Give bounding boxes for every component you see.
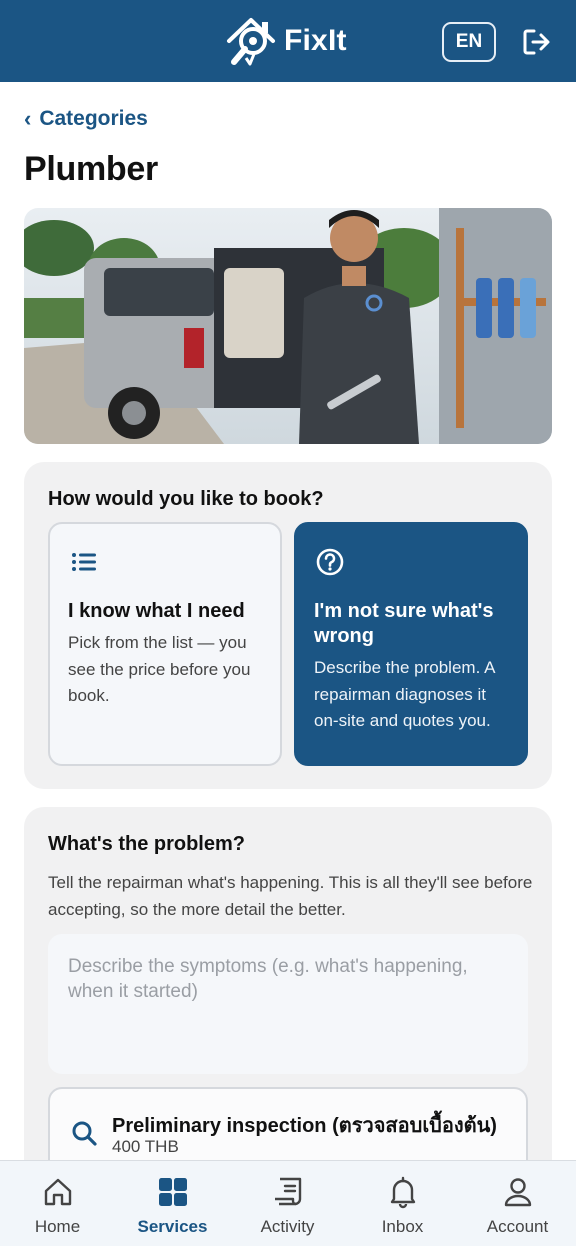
nav-label: Home [34, 1217, 81, 1236]
nav-label: Services [137, 1217, 208, 1236]
top-app-bar: FixIt EN [0, 0, 576, 82]
option-title: I'm not sure what's wrong [314, 600, 494, 647]
booking-question: How would you like to book? [48, 488, 324, 510]
hero-image [24, 208, 552, 444]
person-icon [504, 1178, 531, 1207]
option-know-what-i-need[interactable]: I know what I need Pick from the list — … [48, 522, 282, 766]
language-button[interactable]: EN [442, 22, 496, 62]
back-to-categories-link[interactable]: ‹ Categories [24, 106, 148, 132]
page-title: Plumber [24, 150, 158, 188]
problem-title: What's the problem? [48, 833, 245, 855]
list-icon [72, 553, 96, 571]
question-circle-icon [316, 548, 344, 576]
brand-logo[interactable]: FixIt [224, 14, 347, 68]
home-icon [44, 1178, 71, 1206]
nav-item-services[interactable]: Services [115, 1161, 230, 1246]
option-description: Pick from the list — you see the price b… [68, 633, 251, 705]
problem-helper-text: Tell the repairman what's happening. Thi… [48, 873, 533, 919]
house-wrench-logo-icon [227, 18, 275, 66]
option-title: I know what I need [68, 600, 245, 622]
breadcrumb-label: Categories [39, 107, 148, 130]
booking-mode-card: How would you like to book? I know what … [24, 462, 552, 789]
logout-icon[interactable] [520, 26, 552, 58]
option-not-sure-whats-wrong[interactable]: I'm not sure what's wrong Describe the p… [294, 522, 528, 766]
inspection-price: 400 THB [112, 1137, 179, 1156]
option-description: Describe the problem. A repairman diagno… [314, 658, 495, 730]
nav-label: Activity [260, 1217, 315, 1236]
chevron-left-icon: ‹ [24, 106, 32, 131]
bell-icon [390, 1176, 415, 1209]
nav-label: Account [486, 1217, 549, 1236]
problem-description-input[interactable] [48, 934, 528, 1074]
brand-name: FixIt [284, 24, 347, 57]
grid-icon [158, 1178, 187, 1206]
nav-item-inbox[interactable]: Inbox [345, 1161, 460, 1246]
nav-item-home[interactable]: Home [0, 1161, 115, 1246]
receipt-icon [274, 1177, 301, 1206]
nav-item-activity[interactable]: Activity [230, 1161, 345, 1246]
search-icon [72, 1121, 97, 1146]
bottom-navigation: Home Services Activity Inbox Account [0, 1160, 576, 1246]
nav-item-account[interactable]: Account [460, 1161, 575, 1246]
nav-label: Inbox [381, 1217, 424, 1236]
